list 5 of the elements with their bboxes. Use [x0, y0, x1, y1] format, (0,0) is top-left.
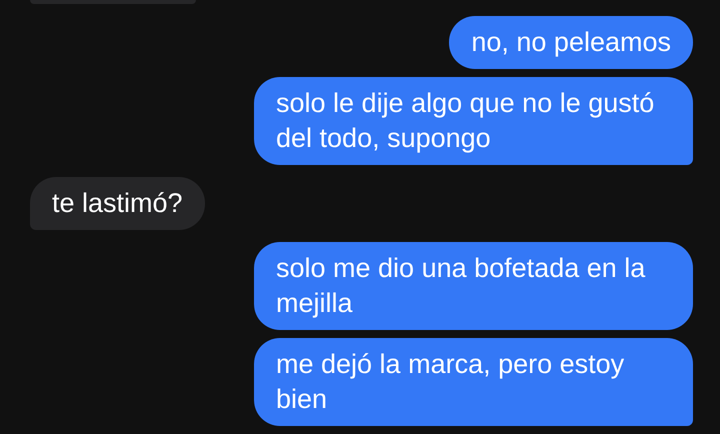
message-bubble: te lastimó? — [30, 177, 205, 230]
message-bubble: solo le dije algo que no le gustó del todo, supongo — [254, 77, 693, 165]
message-bubble: solo me dio una bofetada en la mejilla — [254, 242, 693, 330]
message-bubble: no, no peleamos — [449, 16, 693, 69]
message-bubble: me dejó la marca, pero estoy bien — [254, 338, 693, 426]
